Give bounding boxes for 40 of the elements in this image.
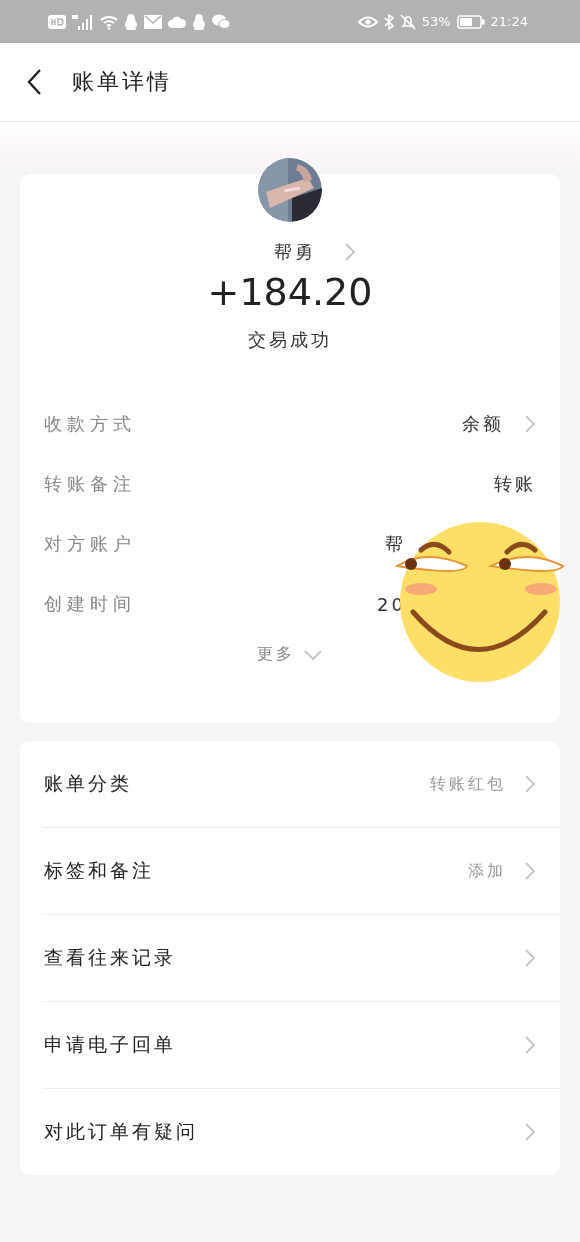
chat-bubbles-icon [212,14,230,29]
detail-value: 转账 [494,472,536,496]
list-item[interactable]: 对此订单有疑问 [42,1088,560,1175]
chevron-right-icon [524,948,536,968]
detail-value: 帮 [385,532,406,556]
signal-icon [72,13,94,30]
chevron-right-icon [344,242,356,262]
list-item[interactable]: 账单分类 转账红包 [42,741,560,827]
chevron-right-icon [524,1122,536,1142]
more-link[interactable]: 更多 [257,644,295,665]
list-item[interactable]: 查看往来记录 [42,914,560,1001]
chevron-right-icon [524,861,536,881]
detail-label: 收款方式 [44,412,137,436]
clock: 21:24 [490,14,528,29]
detail-label: 转账备注 [44,472,137,496]
cloud-icon [168,15,186,28]
chevron-right-icon [524,774,536,794]
detail-label: 对方账户 [44,532,137,556]
payer-name[interactable]: 帮勇 [274,240,316,264]
list-item[interactable]: 标签和备注 添加 [42,827,560,914]
detail-value: 余额 [462,412,504,436]
back-icon[interactable] [26,68,42,96]
wifi-icon [100,13,118,30]
bluetooth-icon [383,13,394,30]
battery-percent: 53% [421,14,451,29]
penguin-icon [124,13,138,30]
eye-icon [357,14,378,29]
chevron-down-icon[interactable] [303,648,323,661]
transaction-status: 交易成功 [248,328,332,352]
chevron-right-icon[interactable] [524,414,536,434]
detail-label: 创建时间 [44,592,137,616]
mail-icon [144,14,162,29]
page-title: 账单详情 [72,68,172,96]
list-item[interactable]: 申请电子回单 [42,1001,560,1088]
battery-icon [456,14,485,29]
penguin-icon [192,13,206,30]
chevron-right-icon [524,1035,536,1055]
bell-off-icon [399,13,416,30]
amount: +184.20 [207,270,373,314]
hd-icon [48,14,66,29]
